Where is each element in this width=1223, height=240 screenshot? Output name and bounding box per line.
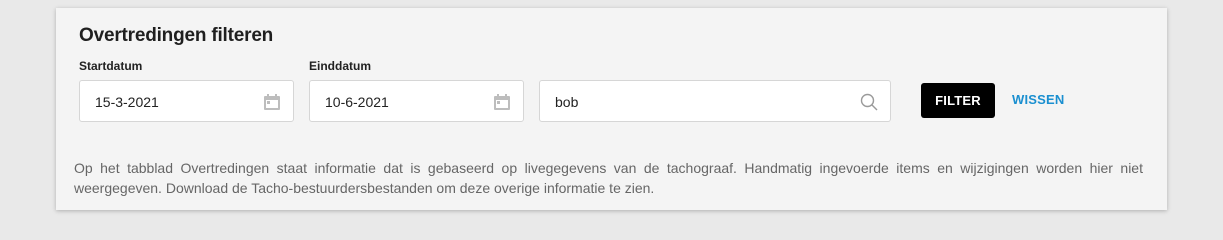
search-input[interactable]: bob	[539, 80, 891, 122]
calendar-icon[interactable]	[263, 93, 281, 111]
calendar-icon[interactable]	[493, 93, 511, 111]
start-date-value: 15-3-2021	[95, 94, 159, 110]
start-date-label: Startdatum	[79, 59, 143, 73]
filter-panel: Overtredingen filteren Startdatum 15-3-2…	[56, 8, 1167, 210]
end-date-label: Einddatum	[309, 59, 371, 73]
end-date-value: 10-6-2021	[325, 94, 389, 110]
search-value: bob	[555, 94, 579, 110]
start-date-field[interactable]: 15-3-2021	[79, 80, 294, 122]
filter-button[interactable]: FILTER	[921, 83, 995, 118]
end-date-field[interactable]: 10-6-2021	[309, 80, 524, 122]
search-icon	[860, 93, 878, 111]
clear-button[interactable]: WISSEN	[1012, 92, 1064, 107]
panel-title: Overtredingen filteren	[79, 25, 274, 46]
info-text: Op het tabblad Overtredingen staat infor…	[74, 160, 1143, 196]
